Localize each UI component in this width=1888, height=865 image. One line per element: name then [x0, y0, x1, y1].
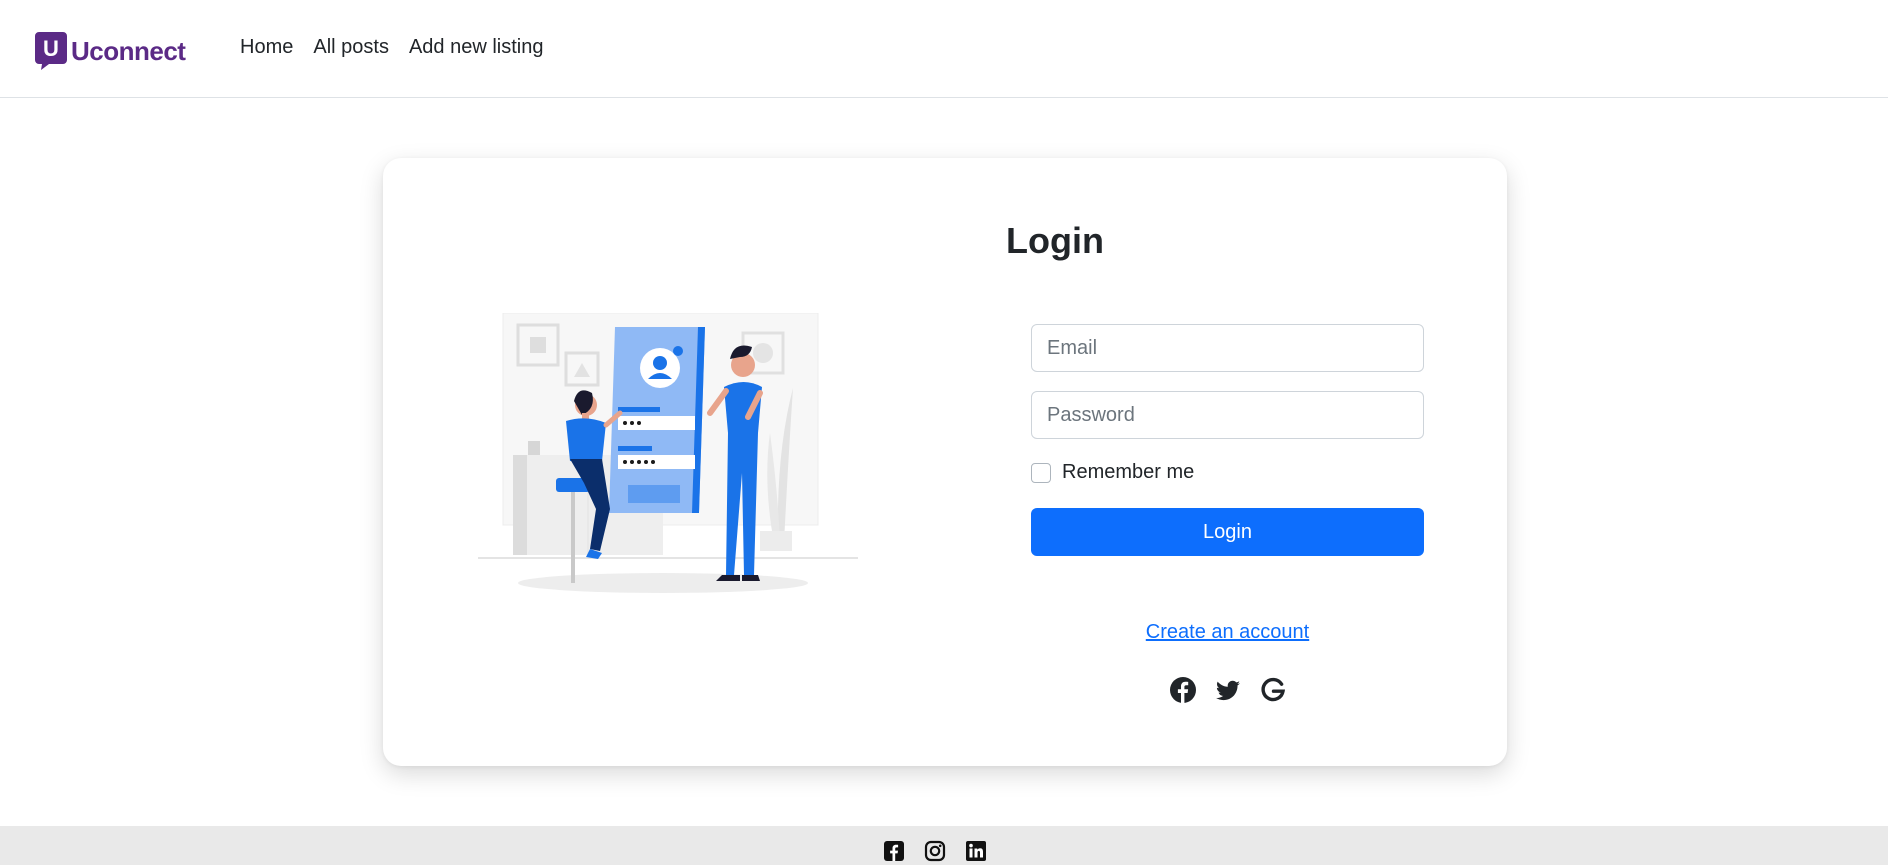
- login-illustration: [478, 313, 858, 593]
- uconnect-logo-icon: U: [35, 32, 67, 70]
- nav-link-home[interactable]: Home: [240, 36, 293, 59]
- brand-logo[interactable]: U Uconnect: [35, 32, 186, 70]
- nav-link-all-posts[interactable]: All posts: [313, 36, 389, 59]
- nav-link-add-new-listing[interactable]: Add new listing: [409, 36, 544, 59]
- remember-me[interactable]: Remember me: [1031, 461, 1194, 484]
- footer: [0, 826, 1888, 865]
- remember-me-label: Remember me: [1062, 461, 1195, 483]
- svg-text:U: U: [43, 36, 59, 61]
- facebook-icon[interactable]: [1169, 676, 1197, 704]
- password-field[interactable]: [1031, 391, 1424, 439]
- social-login: [1169, 676, 1287, 704]
- login-card: Login Remember me Login Create an accoun…: [383, 158, 1507, 766]
- email-field[interactable]: [1031, 324, 1424, 372]
- brand-name: Uconnect: [71, 35, 186, 66]
- navbar: U Uconnect Home All posts Add new listin…: [0, 0, 1888, 98]
- facebook-square-icon[interactable]: [883, 840, 905, 862]
- google-icon[interactable]: [1259, 676, 1287, 704]
- nav-links: Home All posts Add new listing: [240, 36, 543, 59]
- twitter-icon[interactable]: [1214, 676, 1242, 704]
- linkedin-icon[interactable]: [965, 840, 987, 862]
- remember-me-checkbox[interactable]: [1031, 462, 1051, 483]
- create-account-link[interactable]: Create an account: [1031, 621, 1424, 644]
- login-title: Login: [1006, 220, 1104, 261]
- instagram-icon[interactable]: [924, 840, 946, 862]
- footer-social-icons: [883, 840, 987, 862]
- login-button[interactable]: Login: [1031, 508, 1424, 556]
